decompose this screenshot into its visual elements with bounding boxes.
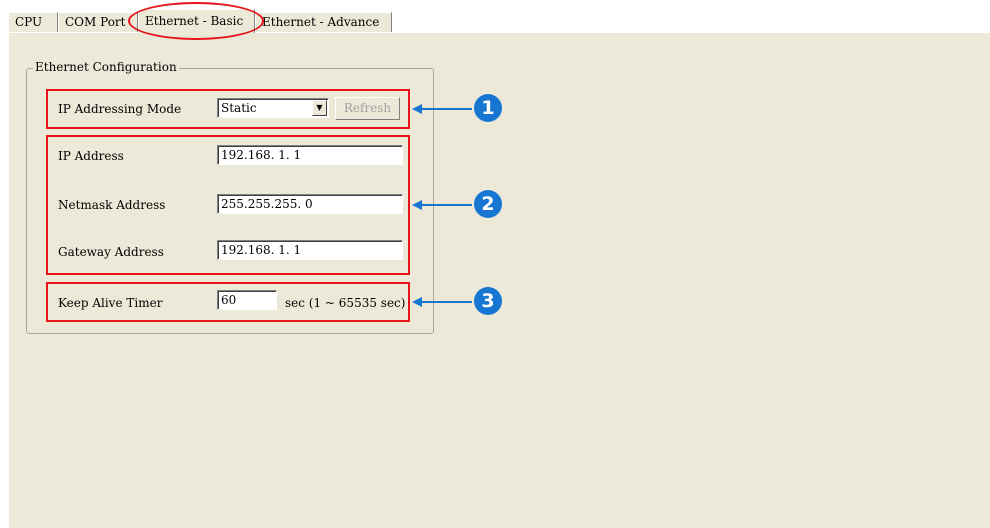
annotation-box-3: [46, 282, 410, 322]
arrow-left-icon: [420, 204, 472, 206]
active-tab-highlight: [128, 2, 264, 40]
annotation-box-1: [46, 89, 410, 129]
tab-cpu[interactable]: CPU: [8, 12, 58, 32]
callout-1: 1: [412, 94, 502, 124]
callout-3: 3: [412, 287, 502, 317]
callout-badge-2: 2: [474, 190, 502, 218]
tab-ethernet-advance[interactable]: Ethernet - Advance: [255, 12, 392, 32]
arrow-left-icon: [420, 301, 472, 303]
group-title: Ethernet Configuration: [33, 60, 179, 74]
callout-badge-1: 1: [474, 94, 502, 122]
callout-2: 2: [412, 190, 502, 220]
arrow-left-icon: [420, 108, 472, 110]
annotation-box-2: [46, 135, 410, 275]
callout-badge-3: 3: [474, 287, 502, 315]
tab-com-port[interactable]: COM Port: [58, 12, 138, 32]
